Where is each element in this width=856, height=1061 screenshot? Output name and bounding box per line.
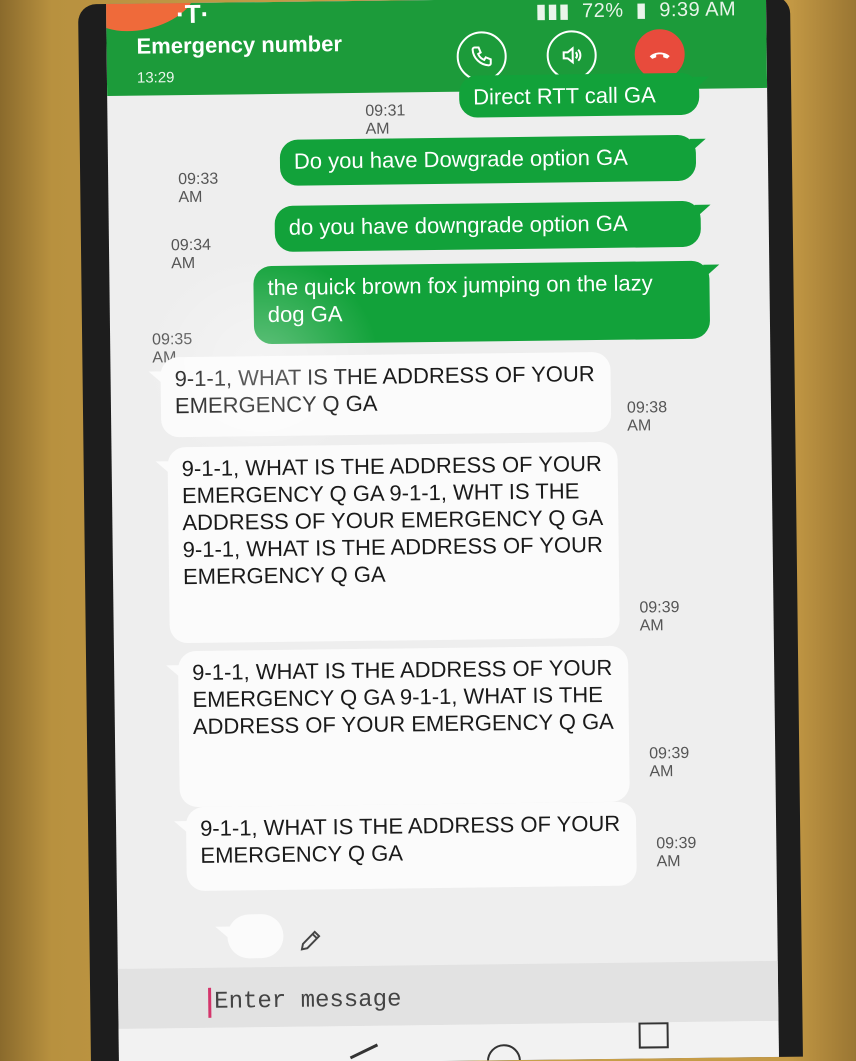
message-bubble: 9-1-1, WHAT IS THE ADDRESS OF YOUR EMERG… — [167, 441, 620, 644]
call-timer: 13:29 — [136, 69, 175, 87]
message-time: 09:34 AM — [170, 236, 212, 273]
message-input[interactable] — [214, 978, 655, 1020]
status-bar: ▮▮▮ 72% ▮ 9:39 AM — [529, 0, 736, 24]
message-time: 09:38 AM — [626, 399, 668, 435]
message-time: 09:39 AM — [649, 744, 690, 781]
message-bubble: 9-1-1, WHAT IS THE ADDRESS OF YOUR EMERG… — [177, 645, 630, 808]
call-button[interactable] — [456, 31, 507, 82]
phone-frame: ·T· ▮▮▮ 72% ▮ 9:39 AM Emergency number 1… — [78, 0, 803, 1061]
conversation[interactable]: Direct RTT call GA 09:31 AM Do you have … — [107, 72, 778, 976]
compose-area — [117, 960, 779, 1029]
back-icon[interactable] — [349, 1043, 378, 1059]
typing-indicator-bubble — [227, 913, 284, 959]
message-bubble: 9-1-1, WHAT IS THE ADDRESS OF YOUR EMERG… — [160, 351, 612, 438]
hangup-icon — [649, 52, 670, 59]
hangup-button[interactable] — [634, 28, 685, 80]
call-title: Emergency number — [136, 31, 343, 59]
carrier-logo: ·T· — [175, 0, 210, 30]
pencil-icon[interactable] — [297, 927, 323, 953]
phone-screen: ·T· ▮▮▮ 72% ▮ 9:39 AM Emergency number 1… — [106, 0, 779, 1061]
message-bubble: 9-1-1, WHAT IS THE ADDRESS OF YOUR EMERG… — [185, 801, 637, 892]
battery-level: 72% — [581, 0, 624, 23]
message-bubble: do you have downgrade option GA — [274, 200, 702, 252]
message-time: 09:31 AM — [365, 102, 406, 138]
message-time: 09:39 AM — [639, 599, 680, 635]
message-bubble: the quick brown fox jumping on the lazy … — [253, 260, 711, 345]
status-clock: 9:39 AM — [659, 0, 737, 22]
signal-icon: ▮▮▮ — [535, 0, 571, 23]
home-icon[interactable] — [486, 1044, 522, 1061]
battery-icon: ▮ — [635, 0, 648, 22]
message-bubble: Do you have Dowgrade option GA — [279, 134, 697, 186]
speaker-icon — [562, 46, 582, 65]
navigation-bar — [118, 1020, 779, 1061]
message-time: 09:33 AM — [178, 170, 219, 207]
message-time: 09:39 AM — [656, 834, 697, 871]
recent-apps-icon[interactable] — [638, 1022, 669, 1049]
message-bubble: Direct RTT call GA — [458, 72, 700, 118]
speaker-button[interactable] — [546, 30, 597, 81]
text-cursor — [208, 987, 212, 1018]
phone-icon — [471, 46, 492, 67]
